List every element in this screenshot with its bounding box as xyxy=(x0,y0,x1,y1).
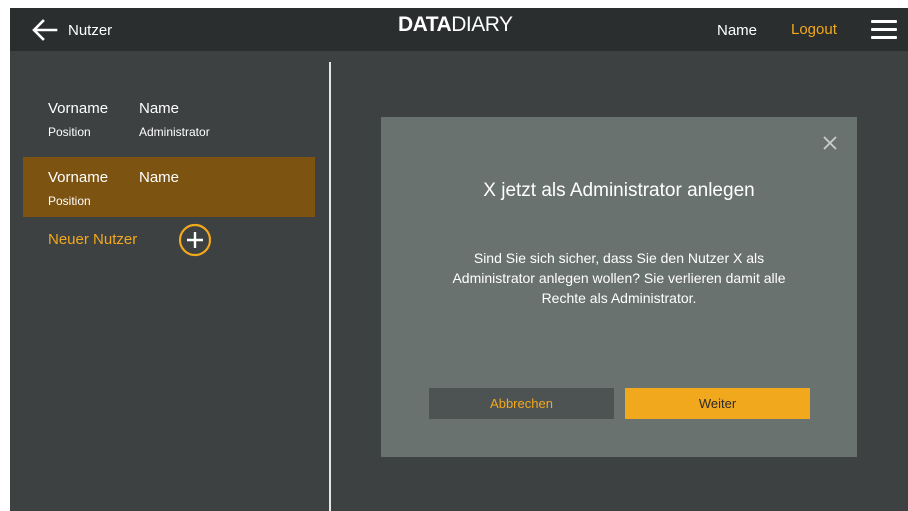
user-position: Position xyxy=(48,194,91,208)
brand-light: DIARY xyxy=(451,13,513,36)
sidebar-divider xyxy=(329,62,331,511)
top-bar: Nutzer DATADIARY Name Logout xyxy=(10,8,908,51)
user-list-item-selected[interactable]: Vorname Name Position xyxy=(23,157,315,217)
user-role: Administrator xyxy=(139,125,210,139)
logout-link[interactable]: Logout xyxy=(791,21,837,38)
back-label: Nutzer xyxy=(68,21,113,39)
plus-circle-icon[interactable] xyxy=(178,223,212,257)
hamburger-menu-icon[interactable] xyxy=(871,20,897,40)
back-button[interactable]: Nutzer xyxy=(32,18,132,42)
cancel-button[interactable]: Abbrechen xyxy=(429,388,614,419)
current-user-name: Name xyxy=(717,22,758,39)
close-icon[interactable] xyxy=(822,135,838,151)
brand-bold: DATA xyxy=(398,13,452,36)
user-first-name: Vorname xyxy=(48,100,109,117)
user-first-name: Vorname xyxy=(48,169,109,186)
new-user-button[interactable]: Neuer Nutzer xyxy=(48,223,212,257)
confirm-button[interactable]: Weiter xyxy=(625,388,810,419)
user-list-item[interactable]: Vorname Name Position Administrator xyxy=(23,88,315,148)
new-user-label: Neuer Nutzer xyxy=(48,231,138,248)
dialog-title: X jetzt als Administrator anlegen xyxy=(483,180,755,201)
user-last-name: Name xyxy=(139,169,180,186)
user-last-name: Name xyxy=(139,100,180,117)
brand-logo: DATADIARY xyxy=(398,13,513,37)
user-position: Position xyxy=(48,125,91,139)
dialog-message: Sind Sie sich sicher, dass Sie den Nutze… xyxy=(452,250,786,306)
confirm-dialog: X jetzt als Administrator anlegen Sind S… xyxy=(381,117,857,457)
app-window: Nutzer DATADIARY Name Logout Vorname Nam… xyxy=(10,8,908,511)
arrow-left-icon xyxy=(32,19,58,41)
